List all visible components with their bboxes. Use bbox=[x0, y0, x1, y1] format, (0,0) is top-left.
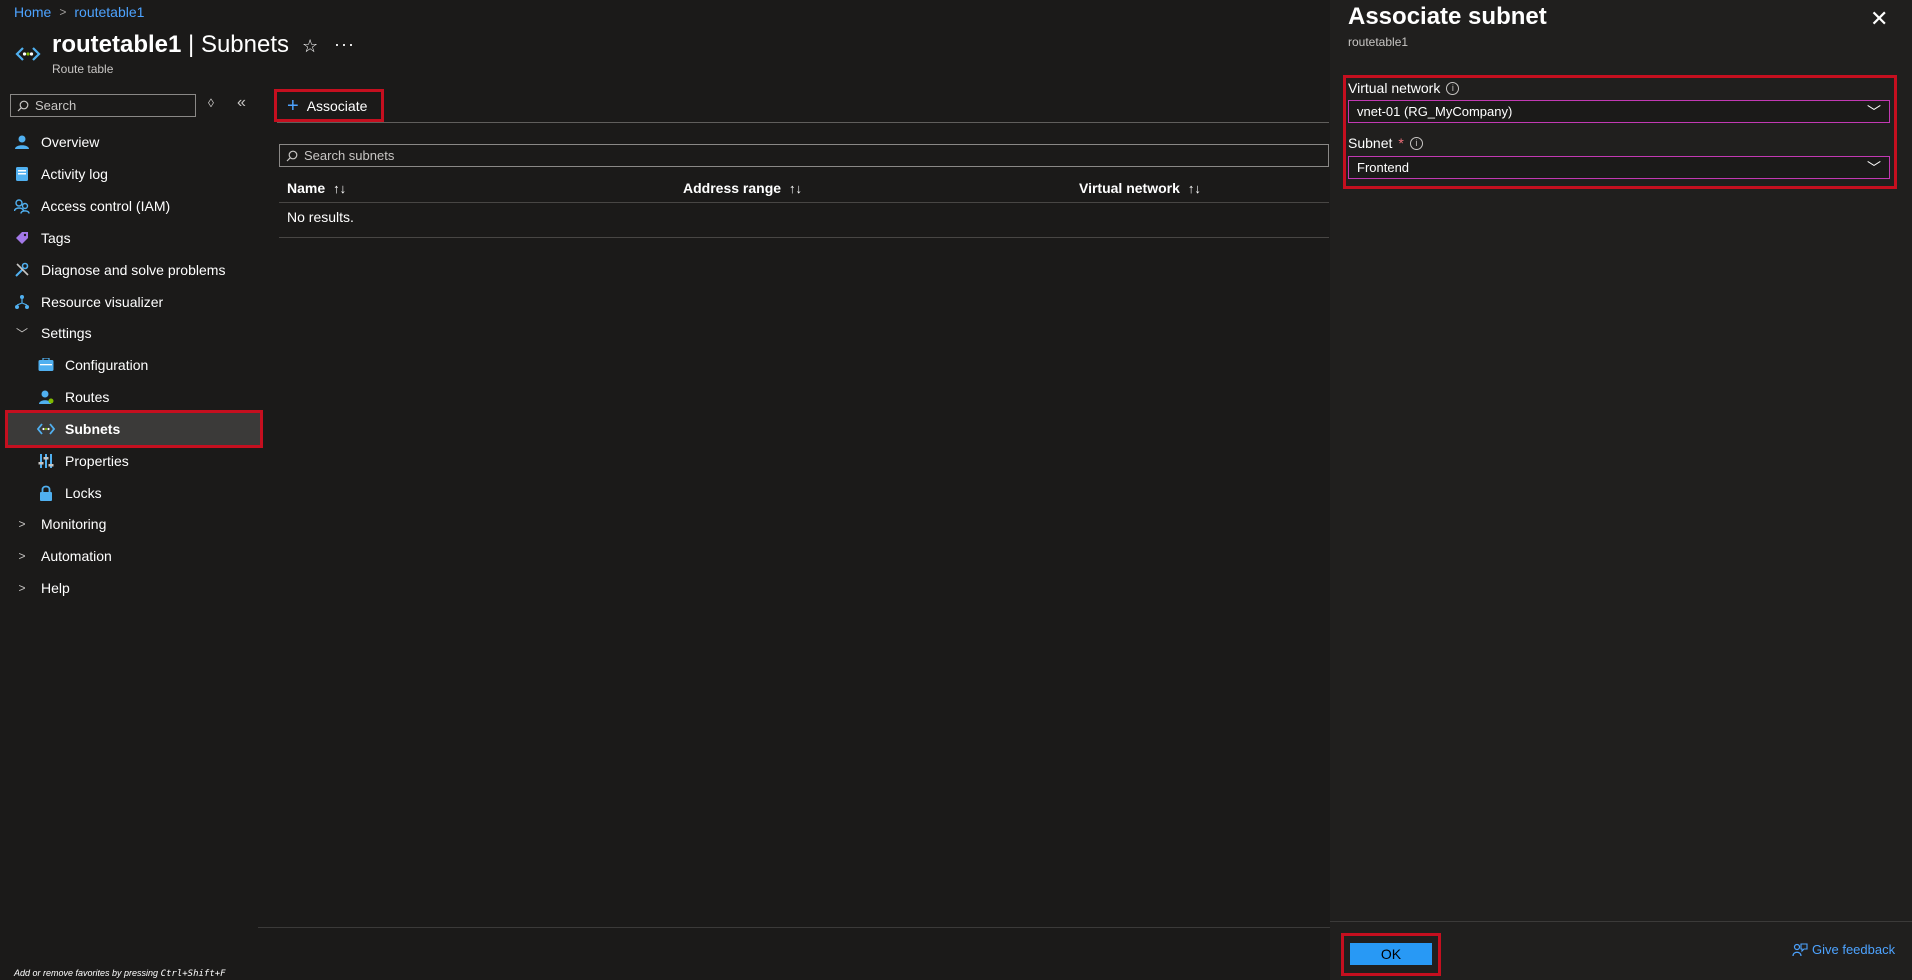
page-subtitle: Route table bbox=[52, 62, 114, 76]
sidebar-item-activity-log[interactable]: Activity log bbox=[0, 158, 260, 190]
panel-subtitle: routetable1 bbox=[1348, 35, 1409, 49]
sidebar-item-label: Resource visualizer bbox=[41, 294, 164, 310]
sidebar-item-resource-visualizer[interactable]: Resource visualizer bbox=[0, 286, 260, 318]
column-header-virtual-network[interactable]: Virtual network ↑↓ bbox=[1079, 174, 1201, 202]
subnet-dropdown[interactable]: Frontend ﹀ bbox=[1348, 156, 1890, 179]
route-table-icon bbox=[15, 47, 41, 61]
association-form: Virtual network i vnet-01 (RG_MyCompany)… bbox=[1343, 75, 1897, 189]
chevron-down-icon: ﹀ bbox=[1867, 103, 1881, 120]
sidebar-item-label: Diagnose and solve problems bbox=[41, 262, 226, 278]
plus-icon: + bbox=[287, 94, 299, 117]
visualizer-icon bbox=[13, 293, 31, 311]
sidebar-item-label: Activity log bbox=[41, 166, 108, 182]
properties-icon bbox=[37, 452, 55, 470]
column-header-name[interactable]: Name ↑↓ bbox=[287, 174, 346, 202]
sidebar-item-properties[interactable]: Properties bbox=[0, 445, 260, 477]
iam-icon bbox=[13, 197, 31, 215]
chevron-down-icon: ﹀ bbox=[1867, 159, 1881, 176]
star-icon[interactable]: ☆ bbox=[302, 36, 318, 57]
search-icon bbox=[286, 150, 298, 161]
sidebar-item-label: Properties bbox=[65, 453, 129, 469]
sidebar-group-automation[interactable]: > Automation bbox=[0, 540, 260, 572]
info-icon[interactable]: i bbox=[1409, 136, 1423, 150]
search-icon bbox=[17, 100, 29, 111]
sidebar-item-tags[interactable]: Tags bbox=[0, 222, 260, 254]
sidebar-item-label: Locks bbox=[65, 485, 102, 501]
favorites-hint: Add or remove favorites by pressing Ctrl… bbox=[14, 968, 226, 979]
sidebar-group-monitoring[interactable]: > Monitoring bbox=[0, 508, 260, 540]
chevron-right-icon: > bbox=[18, 517, 26, 531]
sidebar-item-iam[interactable]: Access control (IAM) bbox=[0, 190, 260, 222]
sidebar-item-label: Help bbox=[41, 580, 70, 596]
sidebar-item-label: Routes bbox=[65, 389, 110, 405]
sidebar-item-label: Automation bbox=[41, 548, 112, 564]
sidebar-item-label: Configuration bbox=[65, 357, 149, 373]
routes-icon bbox=[37, 388, 55, 406]
collapse-sidebar-icon[interactable]: « bbox=[237, 94, 246, 112]
overview-icon bbox=[13, 133, 31, 151]
sidebar-item-label: Tags bbox=[41, 230, 71, 246]
sidebar-item-label: Monitoring bbox=[41, 516, 107, 532]
empty-results-text: No results. bbox=[287, 209, 354, 225]
feedback-icon bbox=[1792, 942, 1808, 956]
table-header-divider bbox=[279, 202, 1329, 203]
close-icon[interactable]: ✕ bbox=[1870, 6, 1888, 32]
breadcrumb-home-link[interactable]: Home bbox=[14, 4, 51, 20]
page-title: routetable1 | Subnets bbox=[52, 31, 290, 58]
chevron-down-icon: ﹀ bbox=[15, 326, 28, 341]
activity-log-icon bbox=[13, 165, 31, 183]
breadcrumb-routetable-link[interactable]: routetable1 bbox=[74, 4, 144, 20]
sidebar-search-input[interactable] bbox=[35, 98, 185, 113]
sidebar-group-help[interactable]: > Help bbox=[0, 572, 260, 604]
sidebar-item-configuration[interactable]: Configuration bbox=[0, 349, 260, 381]
associate-subnet-panel: Associate subnet routetable1 ✕ Virtual n… bbox=[1330, 0, 1912, 980]
subnet-label: Subnet * i bbox=[1348, 135, 1423, 151]
chevron-right-icon: > bbox=[18, 581, 26, 595]
associate-button[interactable]: + Associate bbox=[273, 89, 385, 122]
give-feedback-link[interactable]: Give feedback bbox=[1792, 942, 1895, 957]
sidebar-search bbox=[10, 94, 196, 117]
required-marker: * bbox=[1398, 135, 1404, 151]
sidebar-item-label: Overview bbox=[41, 134, 100, 150]
column-header-address-range[interactable]: Address range ↑↓ bbox=[683, 174, 802, 202]
lock-icon bbox=[37, 484, 55, 502]
sidebar-item-locks[interactable]: Locks bbox=[0, 477, 260, 509]
panel-footer-divider bbox=[1330, 921, 1912, 922]
sidebar-item-subnets[interactable]: Subnets bbox=[5, 410, 263, 448]
subnet-search-input[interactable] bbox=[304, 148, 1204, 163]
sort-icon: ↑↓ bbox=[333, 180, 347, 196]
sort-icon: ↑↓ bbox=[1187, 180, 1201, 196]
expand-collapse-icon[interactable]: ◊ bbox=[208, 96, 214, 110]
toolbar-divider bbox=[277, 122, 1329, 123]
sidebar-item-diagnose[interactable]: Diagnose and solve problems bbox=[0, 254, 260, 286]
ok-button[interactable]: OK bbox=[1350, 943, 1432, 965]
configuration-icon bbox=[37, 356, 55, 374]
sidebar-item-label: Access control (IAM) bbox=[41, 198, 171, 214]
virtual-network-label: Virtual network i bbox=[1348, 80, 1460, 96]
table-row-divider bbox=[279, 237, 1329, 238]
subnets-icon bbox=[37, 420, 55, 438]
chevron-right-icon: > bbox=[59, 5, 67, 19]
sort-icon: ↑↓ bbox=[789, 180, 803, 196]
sidebar-item-label: Settings bbox=[41, 325, 92, 341]
footer-divider bbox=[258, 927, 1330, 928]
virtual-network-dropdown[interactable]: vnet-01 (RG_MyCompany) ﹀ bbox=[1348, 100, 1890, 123]
ellipsis-icon[interactable]: ··· bbox=[334, 34, 355, 55]
tag-icon bbox=[13, 229, 31, 247]
panel-title: Associate subnet bbox=[1348, 3, 1547, 30]
breadcrumb: Home > routetable1 bbox=[14, 4, 144, 20]
subnet-search bbox=[279, 144, 1329, 167]
chevron-right-icon: > bbox=[18, 549, 26, 563]
wrench-icon bbox=[13, 261, 31, 279]
sidebar-item-routes[interactable]: Routes bbox=[0, 381, 260, 413]
sidebar-item-label: Subnets bbox=[65, 421, 121, 437]
sidebar-group-settings[interactable]: ﹀ Settings bbox=[0, 317, 260, 349]
sidebar-item-overview[interactable]: Overview bbox=[0, 126, 260, 158]
info-icon[interactable]: i bbox=[1446, 81, 1460, 95]
